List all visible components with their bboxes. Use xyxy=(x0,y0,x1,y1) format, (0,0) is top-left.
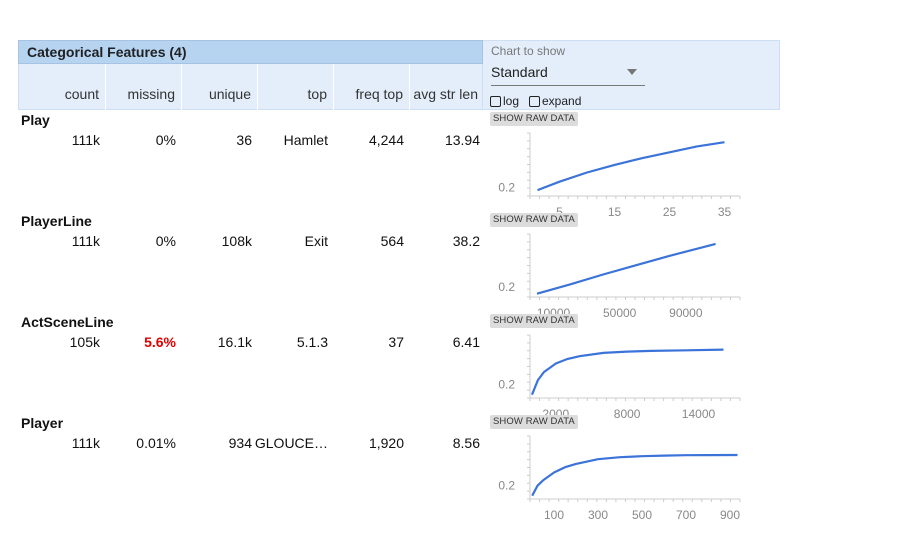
panel-title: Categorical Features (4) xyxy=(18,40,483,64)
column-header-avg-str-len[interactable]: avg str len xyxy=(410,64,484,110)
cdf-chart: 0.25 15 25 35 xyxy=(498,132,741,219)
chart-axes: 0.2 100 300 500 700 900 xyxy=(498,435,741,522)
feature-name: PlayerLine xyxy=(21,213,92,229)
cell-unique: 108k xyxy=(221,233,252,249)
cell-top: 5.1.3 xyxy=(296,334,328,350)
cdf-line xyxy=(531,453,738,497)
cdf-chart: 0.2 100 300 500 700 900 xyxy=(498,435,741,522)
show-raw-data-button[interactable]: SHOW RAW DATA xyxy=(490,314,578,328)
cell-missing: 0% xyxy=(155,132,176,148)
feature-row: ActSceneLine 105k 5.6% 16.1k 5.1.3 37 6.41 SHOW… xyxy=(18,314,778,421)
cell-top: GLOUCE… xyxy=(254,435,328,451)
show-raw-data-button[interactable]: SHOW RAW DATA xyxy=(490,213,578,227)
cell-avg-str-len: 13.94 xyxy=(444,132,480,148)
x-tick-label: 300 xyxy=(588,508,608,522)
expand-checkbox[interactable]: expand xyxy=(529,95,581,108)
cell-unique: 36 xyxy=(236,132,252,148)
x-tick-label: 900 xyxy=(720,508,740,522)
cdf-line xyxy=(530,348,724,396)
y-tick-label: 0.2 xyxy=(498,280,515,294)
chart-type-select-value: Standard xyxy=(491,64,548,80)
show-raw-data-button[interactable]: SHOW RAW DATA xyxy=(490,112,578,126)
show-raw-data-button[interactable]: SHOW RAW DATA xyxy=(490,415,578,429)
cell-avg-str-len: 38.2 xyxy=(452,233,480,249)
feature-row: Player 111k 0.01% 934 GLOUCE… 1,920 8.56 SHOW R… xyxy=(18,415,778,522)
dropdown-arrow-icon xyxy=(627,69,637,75)
cell-freq-top: 4,244 xyxy=(368,132,404,148)
cdf-chart: 0.210000 50000 90000 xyxy=(498,233,741,320)
column-header-unique[interactable]: unique xyxy=(182,64,258,110)
feature-row: Play 111k 0% 36 Hamlet 4,244 13.94 SHOW RAW DAT… xyxy=(18,112,778,219)
cell-freq-top: 564 xyxy=(380,233,404,249)
cell-top: Exit xyxy=(304,233,328,249)
cdf-chart: 0.22000 8000 14000 xyxy=(498,334,741,421)
chart-options: Chart to show Standard log expand xyxy=(483,40,780,110)
cell-count: 111k xyxy=(71,233,100,249)
cell-unique: 934 xyxy=(228,435,252,451)
feature-name: Play xyxy=(21,112,50,128)
cdf-line xyxy=(537,141,725,192)
cell-count: 105k xyxy=(69,334,100,350)
x-tick-label: 100 xyxy=(544,508,564,522)
feature-name: Player xyxy=(21,415,64,431)
cell-unique: 16.1k xyxy=(217,334,252,350)
cell-missing: 0.01% xyxy=(136,435,176,451)
y-tick-label: 0.2 xyxy=(498,181,515,195)
cell-count: 111k xyxy=(71,132,100,148)
column-header-missing[interactable]: missing xyxy=(106,64,182,110)
cell-avg-str-len: 8.56 xyxy=(452,435,480,451)
expand-checkbox-label: expand xyxy=(542,94,582,108)
log-checkbox[interactable]: log xyxy=(490,95,519,108)
chart-type-select[interactable]: Standard xyxy=(491,61,645,86)
cell-freq-top: 1,920 xyxy=(368,435,404,451)
cell-freq-top: 37 xyxy=(388,334,404,350)
cdf-line xyxy=(536,242,716,295)
cell-missing: 5.6% xyxy=(144,334,176,350)
y-tick-label: 0.2 xyxy=(498,378,515,392)
column-header-top[interactable]: top xyxy=(258,64,334,110)
log-checkbox-label: log xyxy=(503,94,520,108)
cell-top: Hamlet xyxy=(283,132,328,148)
column-header-row: count missing unique top freq top avg st… xyxy=(18,64,483,110)
cell-count: 111k xyxy=(71,435,100,451)
checkbox-icon xyxy=(490,96,501,107)
column-header-freq-top[interactable]: freq top xyxy=(334,64,410,110)
chart-to-show-label: Chart to show xyxy=(491,44,566,58)
y-tick-label: 0.2 xyxy=(498,479,515,493)
checkbox-icon xyxy=(529,96,540,107)
feature-name: ActSceneLine xyxy=(21,314,114,330)
cell-missing: 0% xyxy=(155,233,176,249)
feature-row: PlayerLine 111k 0% 108k Exit 564 38.2 SHOW RAW … xyxy=(18,213,778,320)
x-tick-label: 500 xyxy=(632,508,652,522)
column-header-count[interactable]: count xyxy=(19,64,106,110)
cell-avg-str-len: 6.41 xyxy=(452,334,480,350)
x-tick-label: 700 xyxy=(676,508,696,522)
chart-axes: 0.22000 8000 14000 xyxy=(498,334,741,421)
